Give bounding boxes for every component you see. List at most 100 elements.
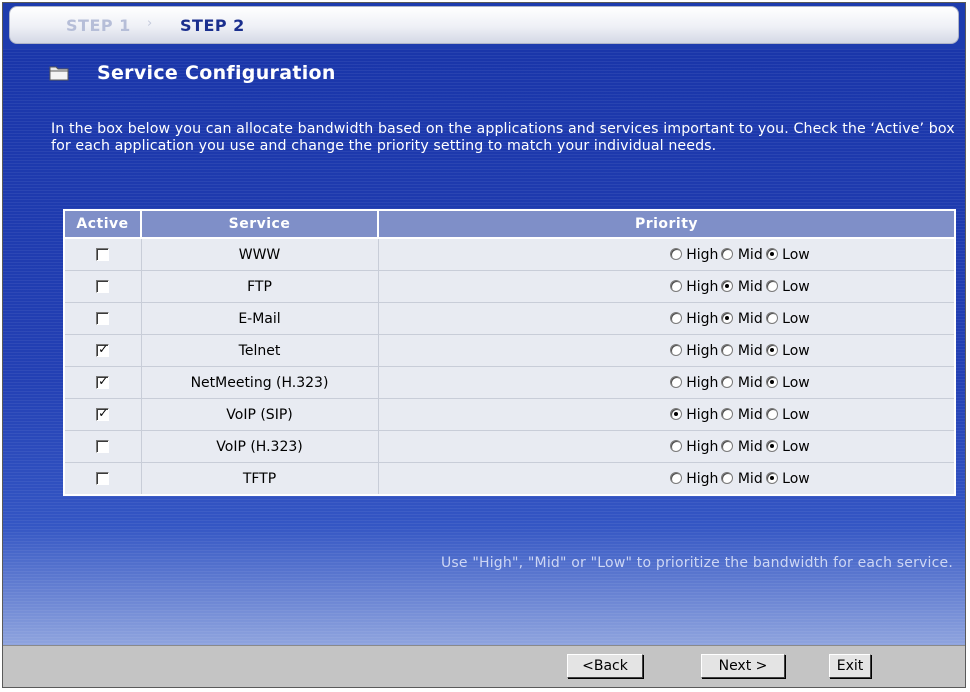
active-checkbox[interactable] (96, 472, 110, 485)
active-checkbox[interactable] (96, 312, 110, 325)
service-name: TFTP (140, 462, 379, 496)
priority-radio-mid[interactable] (721, 343, 734, 356)
priority-group: High Mid Low (669, 406, 813, 423)
priority-option-mid[interactable]: Mid (721, 406, 763, 423)
column-header-service: Service (140, 209, 379, 239)
active-cell (63, 462, 142, 496)
active-cell (63, 237, 142, 271)
priority-label-high: High (686, 278, 719, 295)
table-row: ✓ Telnet High Mid Low (63, 334, 956, 367)
priority-option-low[interactable]: Low (765, 471, 810, 487)
table-row: E-Mail High Mid Low (63, 302, 956, 335)
priority-option-high[interactable]: High (669, 343, 718, 359)
active-checkbox[interactable]: ✓ (96, 406, 110, 421)
step-1-label: STEP 1 (66, 16, 131, 35)
priority-option-high[interactable]: High (669, 311, 718, 327)
active-cell (63, 430, 142, 463)
priority-radio-mid[interactable] (721, 279, 734, 292)
table-row: FTP High Mid Low (63, 270, 956, 303)
priority-label-high: High (686, 470, 719, 487)
priority-option-high[interactable]: High (669, 439, 718, 455)
priority-label-low: Low (782, 310, 810, 327)
priority-label-mid: Mid (737, 310, 763, 327)
priority-radio-low[interactable] (765, 279, 778, 292)
priority-label-mid: Mid (737, 438, 763, 455)
priority-option-low[interactable]: Low (765, 310, 810, 327)
active-checkbox[interactable]: ✓ (96, 374, 110, 389)
active-cell: ✓ (63, 366, 142, 399)
table-row: ✓ NetMeeting (H.323) High Mid Low (63, 366, 956, 399)
priority-option-low[interactable]: Low (765, 246, 810, 263)
priority-option-low[interactable]: Low (765, 278, 810, 295)
priority-option-mid[interactable]: Mid (721, 374, 763, 391)
priority-radio-low[interactable] (765, 471, 778, 484)
exit-button[interactable]: Exit (829, 654, 871, 678)
priority-label-mid: Mid (737, 470, 763, 487)
priority-cell: High Mid Low (377, 302, 956, 335)
priority-cell: High Mid Low (377, 270, 956, 303)
priority-radio-mid[interactable] (721, 407, 734, 420)
priority-label-low: Low (782, 278, 810, 295)
priority-radio-high[interactable] (669, 375, 682, 388)
priority-radio-high[interactable] (669, 311, 682, 324)
priority-label-low: Low (782, 246, 810, 263)
priority-radio-low[interactable] (765, 247, 778, 260)
priority-radio-mid[interactable] (721, 311, 734, 324)
section-title: Service Configuration (97, 62, 336, 84)
priority-radio-high[interactable] (669, 279, 682, 292)
back-button[interactable]: <Back (567, 654, 643, 678)
priority-option-mid[interactable]: Mid (721, 310, 763, 327)
table-row: WWW High Mid Low (63, 237, 956, 271)
priority-radio-high[interactable] (669, 247, 682, 260)
priority-radio-mid[interactable] (721, 471, 734, 484)
priority-radio-high[interactable] (669, 407, 682, 420)
priority-radio-high[interactable] (669, 471, 682, 484)
active-checkbox[interactable]: ✓ (96, 342, 110, 357)
service-table: Active Service Priority WWW High Mid Low… (63, 209, 956, 496)
priority-option-high[interactable]: High (669, 246, 719, 263)
content-area: Service Configuration In the box below y… (3, 49, 965, 645)
priority-option-mid[interactable]: Mid (721, 438, 763, 455)
step-bar: STEP 1 › STEP 2 (9, 6, 959, 44)
next-button[interactable]: Next > (701, 654, 785, 678)
priority-option-low[interactable]: Low (765, 375, 810, 391)
priority-option-mid[interactable]: Mid (721, 247, 763, 263)
table-row: ✓ VoIP (SIP) High Mid Low (63, 398, 956, 431)
service-name: E-Mail (140, 302, 379, 335)
service-name: WWW (140, 237, 379, 271)
priority-option-mid[interactable]: Mid (721, 470, 763, 487)
priority-radio-low[interactable] (765, 343, 778, 356)
priority-radio-high[interactable] (669, 439, 682, 452)
active-cell (63, 270, 142, 303)
priority-label-low: Low (782, 438, 810, 455)
priority-label-mid: Mid (737, 406, 763, 423)
priority-option-high[interactable]: High (669, 406, 719, 423)
priority-option-mid[interactable]: Mid (721, 279, 763, 295)
priority-label-mid: Mid (737, 342, 763, 359)
active-checkbox[interactable] (96, 440, 110, 453)
active-checkbox[interactable] (96, 280, 110, 293)
priority-radio-mid[interactable] (721, 247, 734, 260)
priority-label-mid: Mid (737, 374, 763, 391)
priority-radio-low[interactable] (765, 311, 778, 324)
priority-radio-low[interactable] (765, 407, 778, 420)
priority-option-mid[interactable]: Mid (721, 342, 763, 359)
priority-radio-low[interactable] (765, 439, 778, 452)
priority-radio-low[interactable] (765, 375, 778, 388)
active-checkbox[interactable] (96, 248, 110, 261)
priority-group: High Mid Low (669, 438, 813, 455)
priority-radio-mid[interactable] (721, 375, 734, 388)
priority-option-low[interactable]: Low (765, 343, 810, 359)
priority-option-low[interactable]: Low (765, 438, 810, 455)
priority-radio-high[interactable] (669, 343, 682, 356)
priority-radio-mid[interactable] (721, 439, 734, 452)
priority-label-high: High (686, 406, 719, 423)
priority-option-high[interactable]: High (669, 375, 718, 391)
priority-option-high[interactable]: High (669, 470, 719, 487)
table-row: VoIP (H.323) High Mid Low (63, 430, 956, 463)
description-text: In the box below you can allocate bandwi… (51, 121, 955, 154)
priority-option-high[interactable]: High (669, 278, 719, 295)
priority-option-low[interactable]: Low (765, 407, 810, 423)
priority-label-high: High (686, 246, 719, 263)
active-cell (63, 302, 142, 335)
